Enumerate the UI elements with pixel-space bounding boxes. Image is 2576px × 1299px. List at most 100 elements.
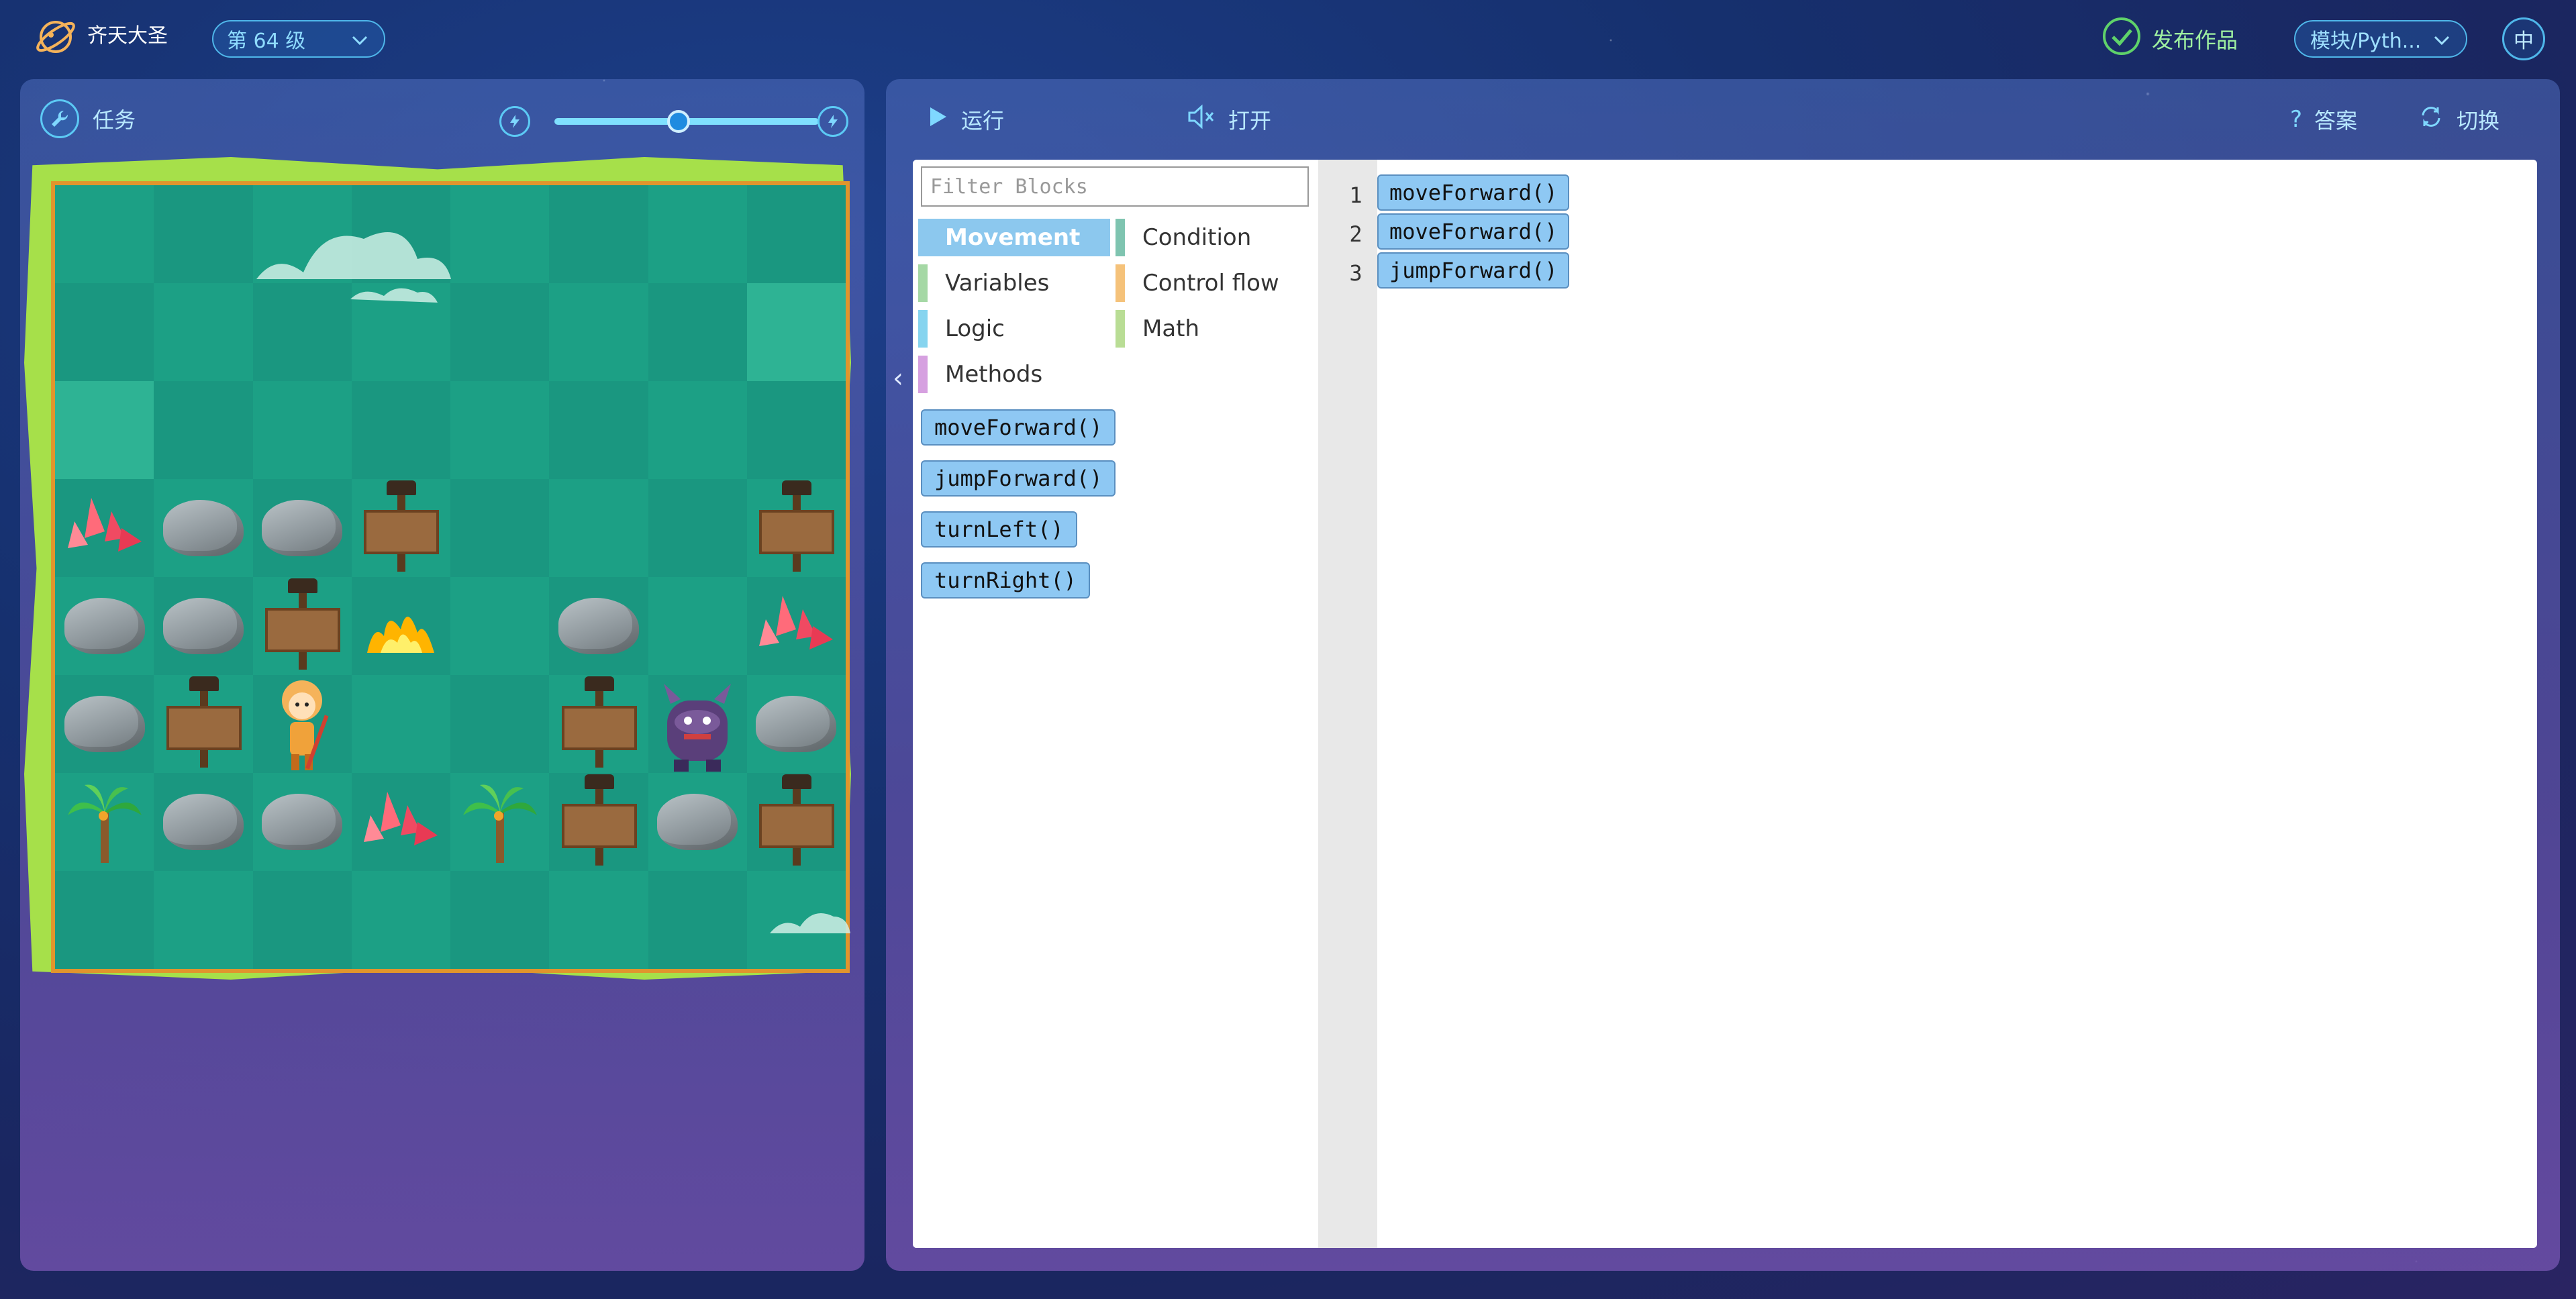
board-cell <box>55 773 154 871</box>
board-cell <box>746 675 846 773</box>
block-editor: Filter Blocks Movement Condition Variabl… <box>913 160 2537 1248</box>
board-cell <box>55 185 154 283</box>
board-cell <box>549 381 648 479</box>
monster-character-icon <box>650 674 744 774</box>
rock-icon <box>756 696 837 752</box>
board-cell <box>351 871 450 969</box>
code-block-move-forward[interactable]: moveForward() <box>1377 213 1570 250</box>
board-cell <box>549 871 648 969</box>
board-cell <box>252 674 352 774</box>
level-select[interactable]: 第 64 级 <box>212 20 385 58</box>
palm-tree-icon <box>460 778 540 866</box>
category-logic[interactable]: Logic <box>918 310 1005 348</box>
board-cell <box>450 479 550 577</box>
palette-block-turn-right[interactable]: turnRight() <box>921 562 1090 599</box>
cloud-icon <box>250 212 464 309</box>
category-color-bar <box>918 356 928 393</box>
rock-icon <box>162 794 244 850</box>
board-cell <box>648 283 747 381</box>
mode-select[interactable]: 模块/Pyth... <box>2294 20 2467 58</box>
open-sound-button[interactable]: 打开 <box>1187 102 1271 137</box>
rock-icon <box>162 598 244 654</box>
speed-slider-handle[interactable] <box>667 110 691 133</box>
cloud-icon <box>766 896 854 939</box>
answer-button[interactable]: ? 答案 <box>2290 102 2357 137</box>
board-cell <box>746 773 846 871</box>
crystal-icon <box>756 589 836 663</box>
board-cell <box>252 479 352 577</box>
code-block-jump-forward[interactable]: jumpForward() <box>1377 252 1570 289</box>
publish-button[interactable]: 发布作品 <box>2102 17 2238 59</box>
refresh-icon <box>2418 103 2444 136</box>
speed-control <box>499 102 848 140</box>
board-cell <box>450 577 550 675</box>
board-cell <box>55 871 154 969</box>
category-control-flow[interactable]: Control flow <box>1116 264 1279 302</box>
palette-block-turn-left[interactable]: turnLeft() <box>921 511 1077 548</box>
code-block-move-forward[interactable]: moveForward() <box>1377 174 1570 211</box>
rock-icon <box>657 794 738 850</box>
board-cell <box>549 479 648 577</box>
run-button[interactable]: 运行 <box>926 102 1004 137</box>
wrench-icon <box>40 99 79 138</box>
task-button[interactable]: 任务 <box>40 99 136 138</box>
chevron-down-icon <box>2432 31 2451 55</box>
collapse-panel-chevron-left-icon[interactable]: ‹ <box>890 360 906 397</box>
category-math[interactable]: Math <box>1116 310 1199 348</box>
category-label: Movement <box>945 224 1081 251</box>
code-panel: 运行 打开 ? 答案 切换 Filter Blocks Movement Con… <box>886 79 2560 1271</box>
board-cell <box>55 283 154 381</box>
category-movement[interactable]: Movement <box>918 219 1110 256</box>
planet-logo-icon <box>34 15 78 59</box>
board-cell <box>450 185 550 283</box>
chevron-down-icon <box>350 31 369 55</box>
board-cell <box>648 381 747 479</box>
switch-button[interactable]: 切换 <box>2418 102 2499 137</box>
category-label: Logic <box>945 315 1005 342</box>
board-cell <box>351 381 450 479</box>
wooden-sign-icon <box>561 676 637 768</box>
board-cell <box>549 577 648 675</box>
monkey-king-character-icon <box>268 674 336 774</box>
palette-block-jump-forward[interactable]: jumpForward() <box>921 460 1116 497</box>
palm-tree-icon <box>64 778 145 866</box>
fast-speed-icon[interactable] <box>818 106 848 137</box>
language-label: 中 <box>2514 30 2534 53</box>
speaker-muted-icon <box>1187 103 1216 136</box>
rock-icon <box>558 598 639 654</box>
board-cell <box>648 871 747 969</box>
filter-blocks-input[interactable]: Filter Blocks <box>921 166 1309 207</box>
palette-block-move-forward[interactable]: moveForward() <box>921 409 1116 446</box>
board-cell <box>252 773 352 871</box>
crystal-icon <box>360 785 441 859</box>
crystal-icon <box>64 491 145 565</box>
level-select-label: 第 64 级 <box>227 30 306 53</box>
board-cell <box>252 577 352 675</box>
board-cell <box>648 675 747 773</box>
board-cell <box>549 185 648 283</box>
rock-icon <box>64 696 145 752</box>
rock-icon <box>162 500 244 556</box>
language-toggle-button[interactable]: 中 <box>2502 17 2545 60</box>
board-cell <box>55 675 154 773</box>
board-cell <box>154 283 253 381</box>
game-board <box>51 181 850 973</box>
board-cell <box>252 871 352 969</box>
mode-select-label: 模块/Pyth... <box>2310 30 2422 53</box>
wooden-sign-icon <box>759 480 835 572</box>
category-methods[interactable]: Methods <box>918 356 1042 393</box>
board-cell <box>746 283 846 381</box>
board-cell <box>351 675 450 773</box>
category-variables[interactable]: Variables <box>918 264 1049 302</box>
game-panel: 任务 <box>20 79 864 1271</box>
board-cell <box>55 381 154 479</box>
top-bar: 齐天大圣 第 64 级 发布作品 模块/Pyth... 中 <box>0 0 2576 79</box>
category-label: Math <box>1142 315 1200 342</box>
board-cell <box>746 381 846 479</box>
category-condition[interactable]: Condition <box>1116 219 1251 256</box>
line-number: 2 <box>1349 221 1363 247</box>
wooden-sign-icon <box>166 676 242 768</box>
slow-speed-icon[interactable] <box>499 106 530 137</box>
play-icon <box>926 105 949 134</box>
question-icon: ? <box>2290 106 2303 133</box>
